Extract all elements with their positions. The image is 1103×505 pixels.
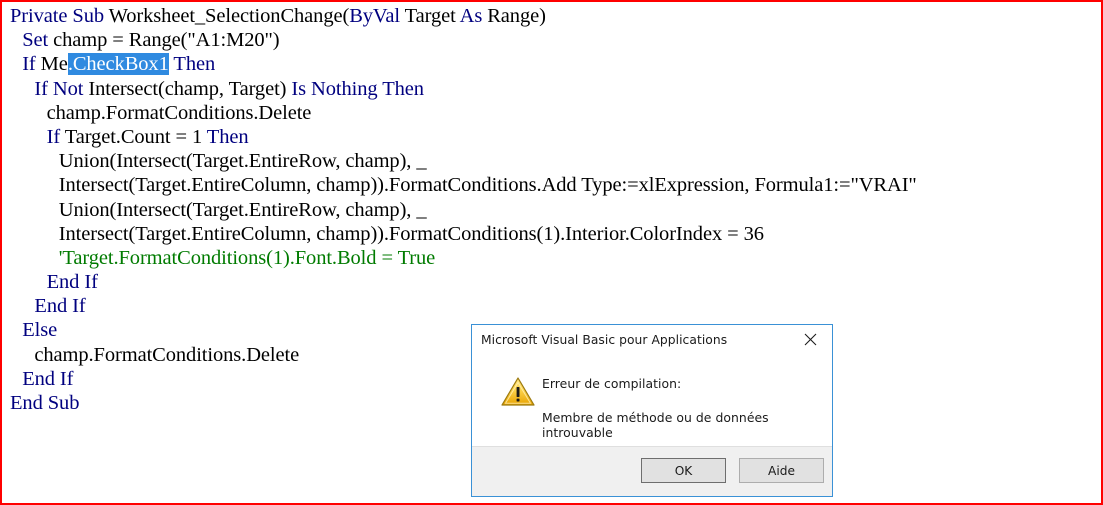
code-keyword: End If — [46, 271, 98, 294]
dialog-body: Erreur de compilation: Membre de méthode… — [472, 354, 832, 448]
code-keyword: End If — [22, 367, 74, 390]
dialog-message-line-1: Erreur de compilation: — [542, 376, 682, 391]
code-text: champ.FormatConditions.Delete — [34, 343, 300, 366]
code-keyword: End If — [34, 295, 86, 318]
code-line[interactable]: End If — [2, 270, 1101, 294]
error-dialog: Microsoft Visual Basic pour Applications — [471, 324, 833, 497]
ok-button[interactable]: OK — [641, 458, 726, 483]
code-text: champ.FormatConditions.Delete — [46, 101, 312, 124]
code-keyword: End Sub — [10, 392, 80, 414]
code-line[interactable]: 'Target.FormatConditions(1).Font.Bold = … — [2, 246, 1101, 270]
code-keyword: Private Sub — [10, 5, 109, 27]
code-line[interactable]: End If — [2, 294, 1101, 318]
code-keyword: Then — [173, 53, 216, 76]
code-line[interactable]: Union(Intersect(Target.EntireRow, champ)… — [2, 198, 1101, 222]
code-text: Intersect(Target.EntireColumn, champ)).F… — [58, 222, 764, 245]
code-keyword: If — [22, 53, 41, 76]
dialog-message-line-2: Membre de méthode ou de données introuva… — [542, 410, 769, 440]
code-comment: 'Target.FormatConditions(1).Font.Bold = … — [58, 246, 436, 269]
code-keyword: If Not — [34, 77, 89, 100]
code-keyword: ByVal — [349, 5, 405, 27]
code-keyword: Then — [206, 125, 249, 148]
code-text: Intersect(champ, Target) — [88, 77, 292, 100]
warning-icon — [501, 376, 535, 407]
code-text: Target — [404, 5, 460, 27]
close-icon[interactable] — [788, 325, 832, 353]
code-keyword: If — [46, 125, 65, 148]
code-text: Range) — [487, 5, 546, 27]
code-text: Union(Intersect(Target.EntireRow, champ)… — [58, 198, 427, 221]
dialog-title-text: Microsoft Visual Basic pour Applications — [481, 332, 728, 347]
code-text: Me — [40, 53, 68, 76]
code-line[interactable]: If Target.Count = 1 Then — [2, 125, 1101, 149]
code-line[interactable]: champ.FormatConditions.Delete — [2, 101, 1101, 125]
code-line[interactable]: Union(Intersect(Target.EntireRow, champ)… — [2, 149, 1101, 173]
code-text: champ = Range("A1:M20") — [53, 29, 280, 52]
code-line[interactable]: Intersect(Target.EntireColumn, champ)).F… — [2, 222, 1101, 246]
code-selection-highlight: .CheckBox1 — [67, 53, 169, 76]
code-keyword: Is Nothing Then — [291, 77, 424, 100]
code-text: Union(Intersect(Target.EntireRow, champ)… — [58, 150, 427, 173]
dialog-footer: OK Aide — [472, 446, 832, 496]
dialog-title-bar[interactable]: Microsoft Visual Basic pour Applications — [472, 325, 832, 354]
code-text: Worksheet_SelectionChange( — [108, 5, 350, 27]
code-line[interactable]: If Me.CheckBox1 Then — [2, 52, 1101, 76]
help-button[interactable]: Aide — [739, 458, 824, 483]
code-line[interactable]: Intersect(Target.EntireColumn, champ)).F… — [2, 173, 1101, 197]
code-keyword: Else — [22, 319, 58, 342]
code-line[interactable]: If Not Intersect(champ, Target) Is Nothi… — [2, 77, 1101, 101]
code-line[interactable]: Set champ = Range("A1:M20") — [2, 28, 1101, 52]
code-line[interactable]: Private Sub Worksheet_SelectionChange(By… — [2, 4, 1101, 28]
code-keyword: As — [459, 5, 488, 27]
code-text: Intersect(Target.EntireColumn, champ)).F… — [58, 174, 917, 197]
dialog-message: Erreur de compilation: Membre de méthode… — [542, 376, 820, 440]
code-text: Target.Count = 1 — [64, 125, 207, 148]
screenshot-root: Private Sub Worksheet_SelectionChange(By… — [0, 0, 1103, 505]
code-keyword: Set — [22, 29, 54, 52]
